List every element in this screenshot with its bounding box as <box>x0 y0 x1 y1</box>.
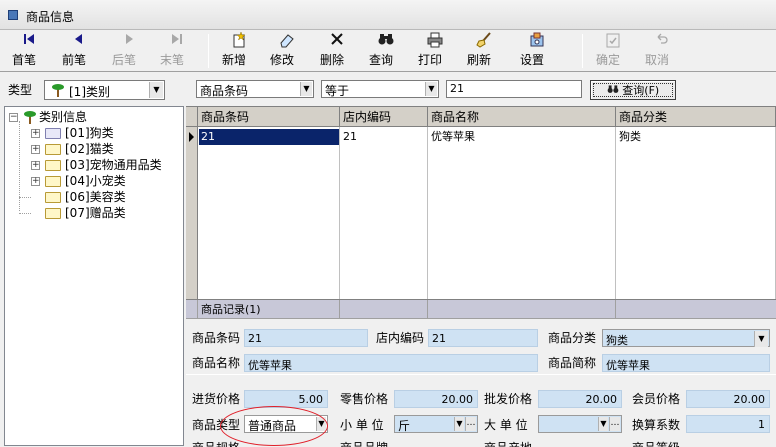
filter-value-input[interactable]: 21 <box>446 80 582 98</box>
product-type-select[interactable]: 普通商品 ▼ <box>244 415 328 433</box>
first-record-icon <box>12 32 46 50</box>
palm-tree-icon <box>51 83 65 97</box>
category-select[interactable]: 狗类 ▼ <box>602 329 770 347</box>
table-cell[interactable]: 21 <box>199 129 339 145</box>
next-record-icon <box>112 32 146 50</box>
member-price-field[interactable]: 20.00 <box>686 390 770 408</box>
filter-bar: 商品条码 ▼ 等于 ▼ 21 查询(F) <box>186 72 776 106</box>
title-bar: 商品信息 <box>0 0 776 30</box>
wholesale-price-field[interactable]: 20.00 <box>538 390 622 408</box>
delete-button[interactable]: 删除 <box>320 32 354 70</box>
ellipsis-button[interactable]: … <box>465 417 476 431</box>
dropdown-arrow-icon[interactable]: ▼ <box>300 82 312 96</box>
name-field[interactable]: 优等苹果 <box>244 354 538 372</box>
category-tree: − 类别信息 + [01]狗类 + [02]猫类 + [03]宠物通用品类 + … <box>4 106 184 446</box>
prev-record-icon <box>62 32 96 50</box>
dropdown-arrow-icon[interactable]: ▼ <box>754 331 768 347</box>
expand-icon[interactable]: + <box>31 177 40 186</box>
settings-button[interactable]: 设置 <box>520 32 554 70</box>
last-record-button[interactable]: 末笔 <box>160 32 194 70</box>
short-name-field[interactable]: 优等苹果 <box>602 354 770 372</box>
palm-tree-icon <box>23 110 37 128</box>
settings-icon <box>520 32 554 50</box>
binoculars-icon <box>607 84 623 97</box>
purchase-price-field[interactable]: 5.00 <box>244 390 328 408</box>
binoculars-icon <box>369 32 403 50</box>
folder-icon <box>45 160 61 171</box>
prev-record-button[interactable]: 前笔 <box>62 32 96 70</box>
window-title: 商品信息 <box>26 10 75 24</box>
delete-x-icon <box>320 32 354 50</box>
folder-open-icon <box>45 128 61 139</box>
dropdown-arrow-icon[interactable]: ▼ <box>316 417 326 431</box>
confirm-button[interactable]: 确定 <box>596 32 630 70</box>
row-indicator-column <box>186 127 198 299</box>
product-grid: 商品条码 店内编码 商品名称 商品分类 21 21 优等苹果 狗类 商品记录(1… <box>186 106 776 320</box>
current-row-pointer-icon <box>189 132 194 142</box>
column-header[interactable]: 商品分类 <box>616 107 776 127</box>
ellipsis-button[interactable]: … <box>609 417 620 431</box>
conversion-field[interactable]: 1 <box>686 415 770 433</box>
filter-field-select[interactable]: 商品条码 ▼ <box>196 80 314 98</box>
column-header[interactable]: 店内编码 <box>340 107 428 127</box>
query-toolbar-button[interactable]: 查询 <box>369 32 403 70</box>
query-button[interactable]: 查询(F) <box>590 80 676 100</box>
cancel-button[interactable]: 取消 <box>645 32 679 70</box>
expand-icon[interactable]: + <box>31 129 40 138</box>
print-button[interactable]: 打印 <box>418 32 452 70</box>
table-cell[interactable]: 21 <box>341 129 427 145</box>
column-header[interactable]: 商品条码 <box>198 107 340 127</box>
grid-footer: 商品记录(1) <box>186 299 776 320</box>
app-icon <box>8 10 18 20</box>
dropdown-arrow-icon[interactable]: ▼ <box>454 417 464 431</box>
big-unit-select[interactable]: ▼ … <box>538 415 622 433</box>
edit-button[interactable]: 修改 <box>270 32 304 70</box>
barcode-field[interactable]: 21 <box>244 329 368 347</box>
record-count: 商品记录(1) <box>198 300 340 320</box>
brush-icon <box>467 32 501 50</box>
type-label: 类型 <box>8 83 33 97</box>
dropdown-arrow-icon[interactable]: ▼ <box>149 82 163 98</box>
folder-icon <box>45 192 61 203</box>
table-cell[interactable]: 狗类 <box>617 129 775 145</box>
toolbar: 首笔 前笔 后笔 末笔 新增 修改 删除 查询 打印 刷新 设置 确定 取消 <box>0 30 776 72</box>
dropdown-arrow-icon[interactable]: ▼ <box>598 417 608 431</box>
printer-icon <box>418 32 452 50</box>
type-select[interactable]: [1]类别 ▼ <box>44 80 165 100</box>
undo-icon <box>645 32 679 50</box>
dropdown-arrow-icon[interactable]: ▼ <box>425 82 437 96</box>
confirm-icon <box>596 32 630 50</box>
last-record-icon <box>160 32 194 50</box>
refresh-button[interactable]: 刷新 <box>467 32 501 70</box>
folder-icon <box>45 176 61 187</box>
collapse-icon[interactable]: − <box>9 113 18 122</box>
store-code-field[interactable]: 21 <box>428 329 538 347</box>
expand-icon[interactable]: + <box>31 145 40 154</box>
folder-icon <box>45 208 61 219</box>
eraser-icon <box>270 32 304 50</box>
expand-icon[interactable]: + <box>31 161 40 170</box>
toolbar-separator <box>208 34 209 68</box>
retail-price-field[interactable]: 20.00 <box>394 390 478 408</box>
table-cell[interactable]: 优等苹果 <box>429 129 615 145</box>
toolbar-separator <box>582 34 583 68</box>
section-divider <box>186 374 776 375</box>
next-record-button[interactable]: 后笔 <box>112 32 146 70</box>
small-unit-select[interactable]: 斤 ▼ … <box>394 415 478 433</box>
folder-icon <box>45 144 61 155</box>
add-button[interactable]: 新增 <box>222 31 256 70</box>
filter-operator-select[interactable]: 等于 ▼ <box>321 80 439 98</box>
grid-header: 商品条码 店内编码 商品名称 商品分类 <box>186 107 776 127</box>
left-panel: 类型 [1]类别 ▼ − 类别信息 + [01]狗类 + [02]猫类 + [0… <box>0 72 186 447</box>
detail-form: 商品条码 21 店内编码 21 商品分类 狗类 ▼ 商品名称 优等苹果 商品简称… <box>186 318 776 447</box>
first-record-button[interactable]: 首笔 <box>12 32 46 70</box>
new-document-icon <box>222 31 256 50</box>
column-header[interactable]: 商品名称 <box>428 107 616 127</box>
